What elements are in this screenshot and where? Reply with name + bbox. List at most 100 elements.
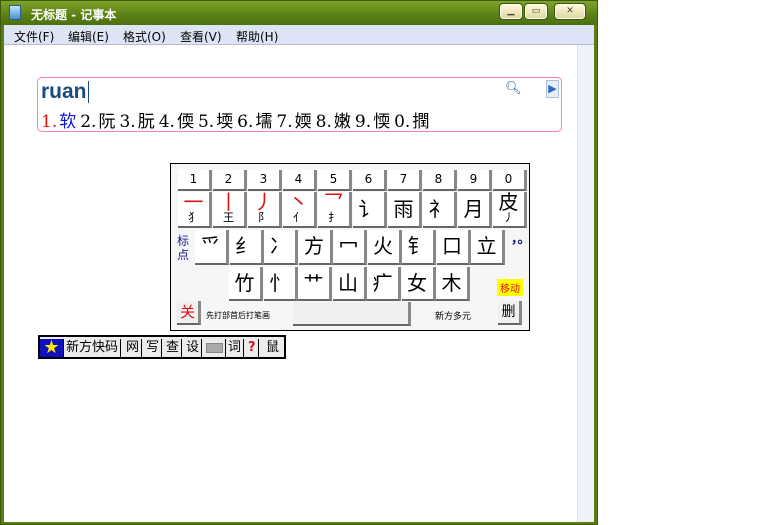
delete-button[interactable]: 删	[498, 301, 522, 325]
space-key[interactable]	[293, 302, 411, 326]
radical-key[interactable]: 丿阝	[248, 192, 282, 228]
web-button[interactable]: 网	[124, 339, 143, 357]
radical-key[interactable]: 雨	[388, 192, 422, 228]
key-label: 2	[224, 172, 233, 186]
menu-view[interactable]: 查看(V)	[180, 28, 222, 45]
radical-key[interactable]: 皮丿	[493, 192, 527, 228]
settings-button[interactable]: 设	[184, 339, 203, 357]
candidate-item[interactable]: 4. 偄	[159, 112, 194, 132]
radical-key[interactable]: 乛扌	[318, 192, 352, 228]
key-label: 冖	[338, 234, 359, 258]
candidate-item[interactable]: 1. 软	[41, 112, 76, 132]
candidate-char: 偄	[176, 112, 194, 132]
number-key[interactable]: 4	[283, 170, 317, 191]
radical-key[interactable]: 山	[332, 267, 367, 301]
radical-key[interactable]: 方	[298, 230, 333, 265]
write-button[interactable]: 写	[144, 339, 163, 357]
words-button[interactable]: 词	[226, 339, 245, 357]
key-label: 爫	[200, 234, 221, 258]
key-label: 6	[364, 172, 373, 186]
radical-key[interactable]: 一犭	[178, 192, 212, 228]
candidate-item[interactable]: 9. 愞	[355, 112, 390, 132]
radical-key[interactable]: 钅	[402, 230, 436, 265]
next-page-button[interactable]: ▶	[546, 80, 559, 98]
keyboard-icon[interactable]	[204, 339, 226, 357]
candidate-char: 朊	[137, 112, 155, 132]
radical-key[interactable]: 冖	[333, 230, 367, 265]
number-key[interactable]: 9	[458, 170, 492, 191]
radical-key[interactable]: 月	[458, 192, 492, 228]
close-button[interactable]: ✕	[554, 3, 586, 20]
key-label: 忄	[269, 271, 289, 295]
radical-key[interactable]: 竹	[229, 267, 263, 301]
radical-key[interactable]: 女	[401, 267, 436, 301]
ime-name[interactable]: 新方快码	[64, 339, 122, 357]
key-sub: 扌	[328, 211, 339, 224]
candidate-item[interactable]: 5. 堧	[198, 112, 233, 132]
key-label: 方	[304, 234, 324, 258]
punct-key[interactable]: ，。	[511, 232, 531, 247]
number-key[interactable]: 3	[248, 170, 282, 191]
radical-key[interactable]: 忄	[263, 267, 298, 301]
mouse-button[interactable]: 鼠	[264, 339, 281, 357]
radical-key[interactable]: 礻	[423, 192, 457, 228]
vertical-scrollbar[interactable]	[577, 45, 594, 522]
number-key[interactable]: 1	[178, 170, 212, 191]
search-icon[interactable]: 🔍︎	[505, 81, 522, 96]
number-key[interactable]: 8	[423, 170, 457, 191]
help-icon[interactable]: ?	[246, 339, 259, 357]
key-label: 4	[294, 172, 303, 186]
notepad-icon	[9, 5, 21, 20]
radical-key[interactable]: 冫	[264, 230, 298, 265]
key-sub: 阝	[258, 211, 269, 224]
radical-key[interactable]: 纟	[229, 230, 264, 265]
radical-key[interactable]: 丨王	[213, 192, 247, 228]
move-button[interactable]: 移动	[497, 279, 523, 296]
star-icon[interactable]: ★	[40, 339, 64, 357]
key-label: 竹	[234, 271, 255, 295]
lookup-button[interactable]: 查	[164, 339, 183, 357]
radical-key[interactable]: 火	[367, 230, 402, 265]
maximize-button[interactable]: ▭	[524, 3, 548, 20]
radical-key[interactable]: 讠	[353, 192, 387, 228]
number-key[interactable]: 2	[213, 170, 247, 191]
radical-key[interactable]: 艹	[298, 267, 332, 301]
candidate-number: 7.	[276, 112, 293, 132]
key-label: 木	[441, 271, 462, 295]
radical-key[interactable]: 疒	[367, 267, 401, 301]
candidate-item[interactable]: 8. 嫩	[316, 112, 351, 132]
minimize-button[interactable]: ▁	[499, 3, 523, 20]
menu-help[interactable]: 帮助(H)	[236, 28, 278, 45]
number-key[interactable]: 6	[353, 170, 387, 191]
candidate-item[interactable]: 6. 壖	[237, 112, 272, 132]
key-label: 关	[179, 303, 195, 321]
key-label: 3	[259, 172, 268, 186]
menu-file[interactable]: 文件(F)	[14, 28, 54, 45]
key-label: 7	[399, 172, 408, 186]
candidate-item[interactable]: 7. 媆	[276, 112, 311, 132]
number-key[interactable]: 7	[388, 170, 422, 191]
radical-key[interactable]: 爫	[195, 230, 229, 265]
key-label: 纟	[235, 234, 255, 258]
candidate-item[interactable]: 3. 朊	[119, 112, 154, 132]
candidate-number: 5.	[197, 112, 215, 132]
title-bar[interactable]: 无标题 - 记事本 ▁ ▭ ✕	[1, 1, 597, 25]
radical-key[interactable]: 口	[436, 230, 471, 265]
candidate-item[interactable]: 0. 撋	[394, 112, 429, 132]
radical-key[interactable]: 丶亻	[283, 192, 317, 228]
radical-key[interactable]: 立	[471, 230, 505, 265]
number-key[interactable]: 0	[493, 170, 527, 191]
number-key[interactable]: 5	[318, 170, 352, 191]
radical-key[interactable]: 木	[436, 267, 470, 301]
key-label: 立	[476, 234, 497, 258]
key-main: 月	[463, 197, 484, 221]
close-keyboard-button[interactable]: 关	[177, 301, 201, 325]
candidate-item[interactable]: 2. 阮	[80, 112, 115, 132]
key-label: 冫	[269, 234, 290, 258]
key-label: 钅	[407, 234, 428, 258]
menu-edit[interactable]: 编辑(E)	[68, 28, 109, 45]
candidate-number: 1.	[41, 112, 58, 132]
candidate-number: 0.	[394, 112, 411, 132]
key-label: 8	[434, 172, 443, 186]
menu-format[interactable]: 格式(O)	[123, 28, 166, 45]
